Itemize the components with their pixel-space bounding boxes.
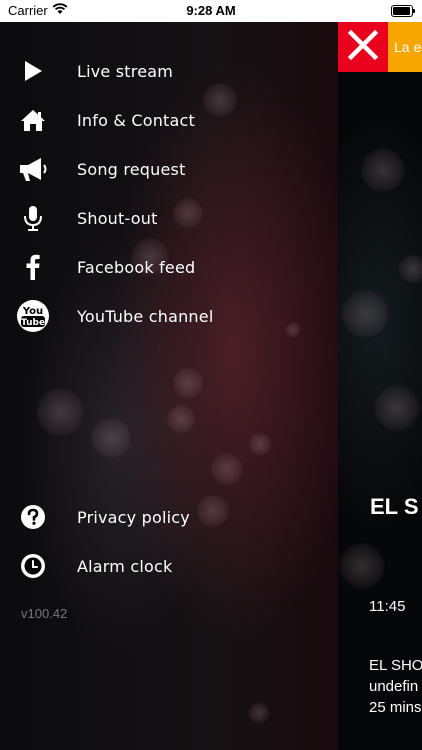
menu-label: Info & Contact <box>77 110 195 130</box>
app-version: v100.42 <box>21 606 68 621</box>
menu-label: Privacy policy <box>77 507 190 527</box>
menu-item-privacy-policy[interactable]: Privacy policy <box>0 494 338 540</box>
menu-item-shout-out[interactable]: Shout-out <box>0 195 338 241</box>
now-playing-ticker[interactable]: La e <box>388 22 422 72</box>
menu-label: Live stream <box>77 61 174 81</box>
show-time: 11:45 <box>369 598 406 615</box>
show-title: EL S <box>370 494 419 519</box>
clock-icon <box>16 549 50 583</box>
menu-label: YouTube channel <box>77 306 214 326</box>
status-bar: Carrier 9:28 AM <box>0 0 422 22</box>
menu-label: Alarm clock <box>77 556 173 576</box>
menu-item-facebook-feed[interactable]: Facebook feed <box>0 244 338 290</box>
svg-text:Tube: Tube <box>21 318 45 328</box>
menu-label: Song request <box>77 159 186 179</box>
close-icon <box>347 29 379 65</box>
show-description: undefin <box>369 678 419 695</box>
menu-item-info-contact[interactable]: Info & Contact <box>0 97 338 143</box>
side-menu: Live stream Info & Contact Song request … <box>0 22 338 750</box>
menu-label: Facebook feed <box>77 257 196 277</box>
microphone-icon <box>16 201 50 235</box>
battery-icon <box>391 5 415 17</box>
menu-item-live-stream[interactable]: Live stream <box>0 48 338 94</box>
play-icon <box>16 54 50 88</box>
menu-item-youtube-channel[interactable]: You Tube YouTube channel <box>0 293 338 339</box>
youtube-icon: You Tube <box>16 299 50 333</box>
close-button[interactable] <box>338 22 388 72</box>
menu-item-song-request[interactable]: Song request <box>0 146 338 192</box>
megaphone-icon <box>16 152 50 186</box>
menu-label: Shout-out <box>77 208 158 228</box>
main-content: La e EL S 11:45 EL SHO undefin 25 mins <box>338 22 422 750</box>
menu-item-alarm-clock[interactable]: Alarm clock <box>0 543 338 589</box>
facebook-icon <box>16 250 50 284</box>
home-icon <box>16 103 50 137</box>
status-time: 9:28 AM <box>186 3 236 18</box>
question-icon <box>16 500 50 534</box>
svg-text:You: You <box>22 306 43 317</box>
show-duration: 25 mins <box>369 699 422 716</box>
show-name: EL SHO <box>369 657 422 674</box>
